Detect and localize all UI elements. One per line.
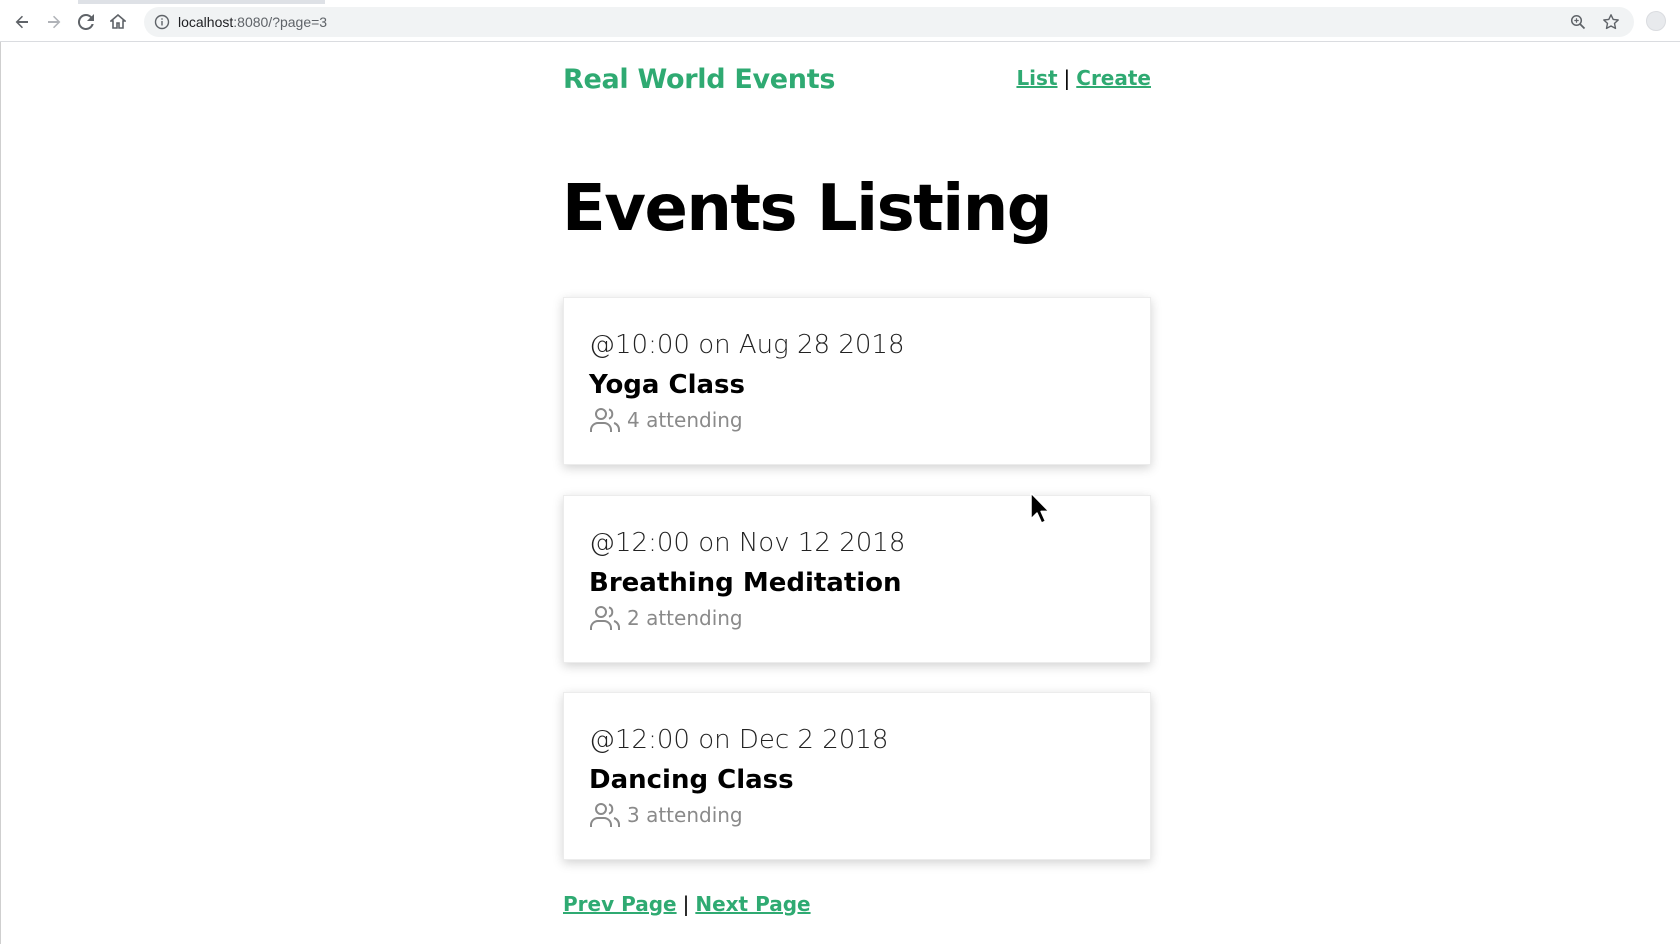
- url-host: localhost: [178, 14, 234, 30]
- event-card[interactable]: @12:00 on Dec 2 2018 Dancing Class 3 att…: [563, 692, 1151, 860]
- users-icon: [590, 408, 620, 432]
- event-title: Breathing Meditation: [589, 568, 902, 598]
- users-icon: [590, 606, 620, 630]
- forward-arrow-icon: [48, 15, 61, 29]
- page-edge: [0, 42, 1, 944]
- tab-strip-active: [0, 0, 78, 4]
- nav-link-list[interactable]: List: [1016, 66, 1057, 90]
- attending-count: 2 attending: [627, 606, 743, 630]
- browser-toolbar: localhost:8080/?page=3: [0, 0, 1680, 42]
- reload-icon: [78, 14, 94, 30]
- event-title: Dancing Class: [589, 765, 794, 795]
- back-button[interactable]: [10, 10, 34, 34]
- page-title: Events Listing: [562, 172, 1053, 246]
- event-attendance: 4 attending: [589, 406, 743, 434]
- prev-page-link[interactable]: Prev Page: [563, 892, 677, 916]
- event-time: @12:00 on Dec 2 2018: [589, 725, 889, 755]
- event-attendance: 3 attending: [589, 801, 743, 829]
- event-card[interactable]: @12:00 on Nov 12 2018 Breathing Meditati…: [563, 495, 1151, 663]
- next-page-link[interactable]: Next Page: [695, 892, 810, 916]
- tab-strip: [0, 0, 1680, 4]
- event-card[interactable]: @10:00 on Aug 28 2018 Yoga Class 4 atten…: [563, 297, 1151, 465]
- event-time: @12:00 on Nov 12 2018: [589, 528, 906, 558]
- nav-separator: |: [1063, 66, 1071, 90]
- mouse-cursor-icon: [1030, 492, 1050, 524]
- main-nav: List | Create: [1016, 66, 1151, 90]
- tab-strip-active: [325, 0, 1680, 4]
- pagination: Prev Page | Next Page: [563, 892, 811, 916]
- attending-count: 4 attending: [627, 408, 743, 432]
- event-title: Yoga Class: [589, 370, 745, 400]
- back-arrow-icon: [15, 15, 28, 29]
- users-icon: [590, 803, 620, 827]
- home-icon: [110, 14, 126, 29]
- forward-button[interactable]: [42, 10, 66, 34]
- reload-button[interactable]: [74, 10, 98, 34]
- info-icon[interactable]: [154, 14, 170, 30]
- event-attendance: 2 attending: [589, 604, 743, 632]
- address-bar[interactable]: localhost:8080/?page=3: [144, 7, 1634, 37]
- home-button[interactable]: [106, 10, 130, 34]
- attending-count: 3 attending: [627, 803, 743, 827]
- bookmark-star-icon[interactable]: [1602, 13, 1620, 31]
- site-header: Real World Events List | Create: [563, 60, 1151, 104]
- zoom-icon[interactable]: [1570, 14, 1586, 30]
- url-text[interactable]: localhost:8080/?page=3: [178, 14, 327, 30]
- profile-avatar-icon[interactable]: [1646, 11, 1666, 31]
- url-path: :8080/?page=3: [233, 14, 328, 30]
- event-time: @10:00 on Aug 28 2018: [589, 330, 905, 360]
- nav-link-create[interactable]: Create: [1076, 66, 1151, 90]
- pager-separator: |: [682, 892, 690, 916]
- brand-title[interactable]: Real World Events: [563, 64, 835, 95]
